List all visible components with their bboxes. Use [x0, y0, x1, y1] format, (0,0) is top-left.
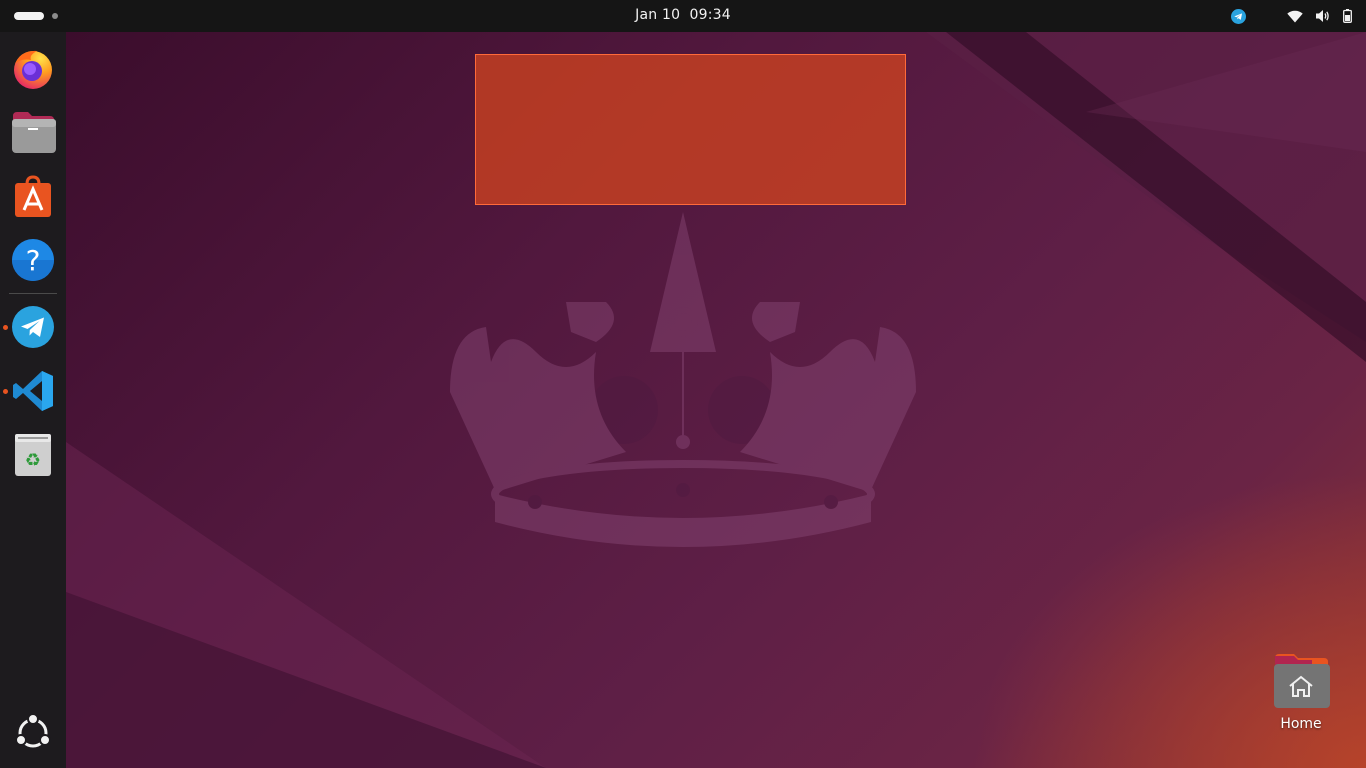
svg-text:♻: ♻ [25, 450, 41, 471]
clock-date: Jan 10 [635, 7, 681, 23]
dock-item-app-center[interactable] [9, 172, 57, 220]
desktop-home-folder[interactable]: Home [1264, 652, 1338, 744]
running-indicator-vscode [3, 389, 8, 394]
dock-item-vscode[interactable] [9, 367, 57, 415]
dock-item-trash[interactable]: ♻ [9, 431, 57, 479]
home-folder-icon [1274, 654, 1330, 708]
clock-button[interactable]: Jan 10 09:34 [635, 7, 731, 23]
volume-icon [1314, 0, 1330, 32]
system-tray [1230, 0, 1352, 32]
files-icon [12, 112, 56, 153]
workspace-indicator-inactive [52, 13, 58, 19]
telegram-icon [12, 306, 54, 348]
firefox-icon [14, 50, 52, 89]
show-apps-button[interactable] [9, 709, 57, 757]
app-center-icon [15, 175, 51, 217]
activities-button[interactable] [14, 0, 58, 32]
dock-item-firefox[interactable] [9, 44, 57, 92]
dock-item-telegram[interactable] [9, 303, 57, 351]
top-bar: Jan 10 09:34 [0, 0, 1366, 32]
telegram-tray-icon[interactable] [1230, 0, 1246, 32]
wifi-icon [1286, 0, 1304, 32]
dock-separator [9, 293, 57, 294]
vscode-icon [13, 371, 53, 411]
battery-icon [1342, 0, 1352, 32]
system-menu-button[interactable] [1286, 0, 1352, 32]
clock-time: 09:34 [689, 7, 731, 23]
dock: ? ♻ [0, 32, 66, 768]
trash-icon: ♻ [15, 434, 51, 476]
ubuntu-show-apps-icon [15, 714, 51, 748]
dock-item-files[interactable] [9, 108, 57, 156]
dock-item-help[interactable]: ? [9, 236, 57, 284]
help-icon: ? [12, 239, 54, 281]
workspace-indicator-active [14, 12, 44, 20]
selection-rectangle[interactable] [475, 54, 906, 205]
home-folder-label: Home [1280, 716, 1322, 732]
svg-text:?: ? [26, 244, 41, 277]
clock: Jan 10 09:34 [0, 7, 1366, 23]
running-indicator-telegram [3, 325, 8, 330]
